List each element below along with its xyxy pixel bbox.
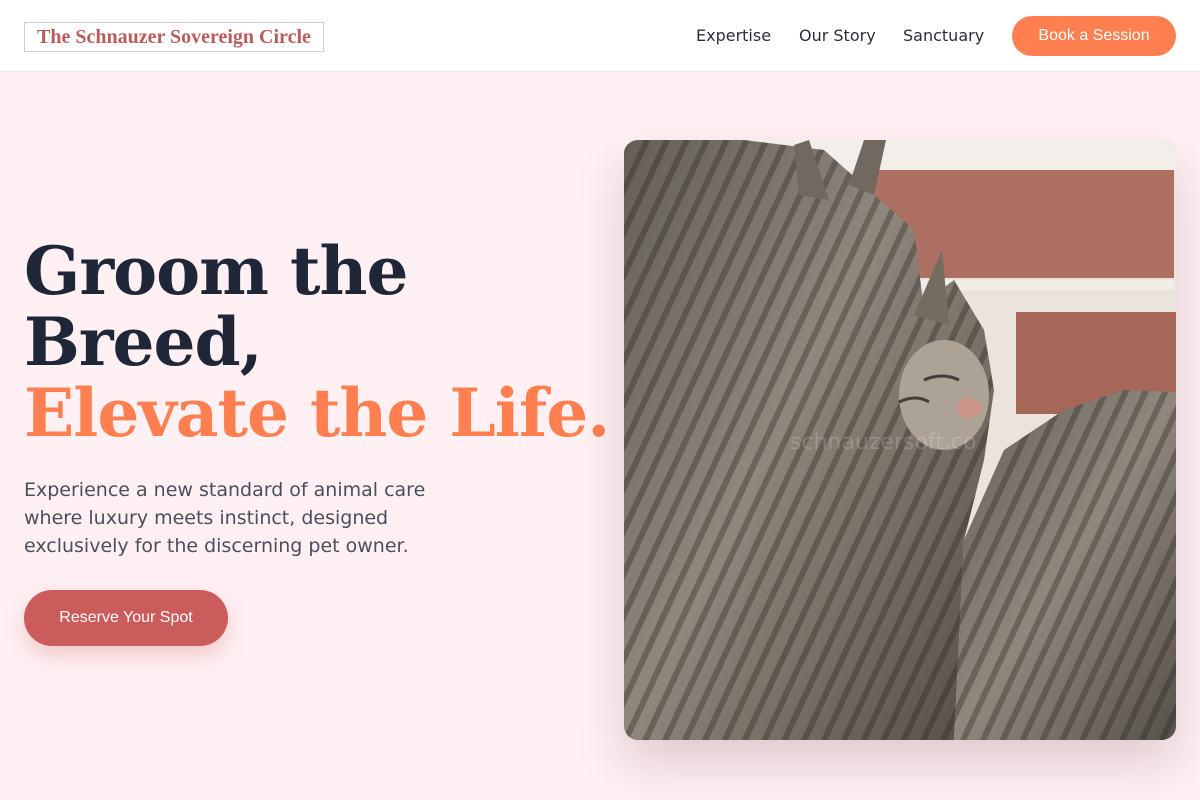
hero-description: Experience a new standard of animal care…: [24, 479, 426, 557]
book-session-button[interactable]: Book a Session: [1012, 16, 1176, 56]
reserve-spot-button[interactable]: Reserve Your Spot: [24, 590, 228, 646]
image-watermark: schnauzersoft.co: [790, 430, 977, 455]
hero-image-cats: schnauzersoft.co: [624, 140, 1176, 740]
headline-accent: Elevate the Life.: [24, 374, 610, 452]
site-header: The Schnauzer Sovereign Circle Expertise…: [0, 0, 1200, 72]
nav-link-our-story[interactable]: Our Story: [799, 25, 876, 47]
nav-link-sanctuary[interactable]: Sanctuary: [903, 25, 984, 47]
nav-link-expertise[interactable]: Expertise: [696, 25, 771, 47]
hero-headline: Groom the Breed, Elevate the Life.: [24, 232, 610, 452]
headline-line-2: Breed,: [24, 303, 263, 381]
site-logo[interactable]: The Schnauzer Sovereign Circle: [24, 22, 324, 52]
headline-line-1: Groom the: [24, 232, 408, 310]
